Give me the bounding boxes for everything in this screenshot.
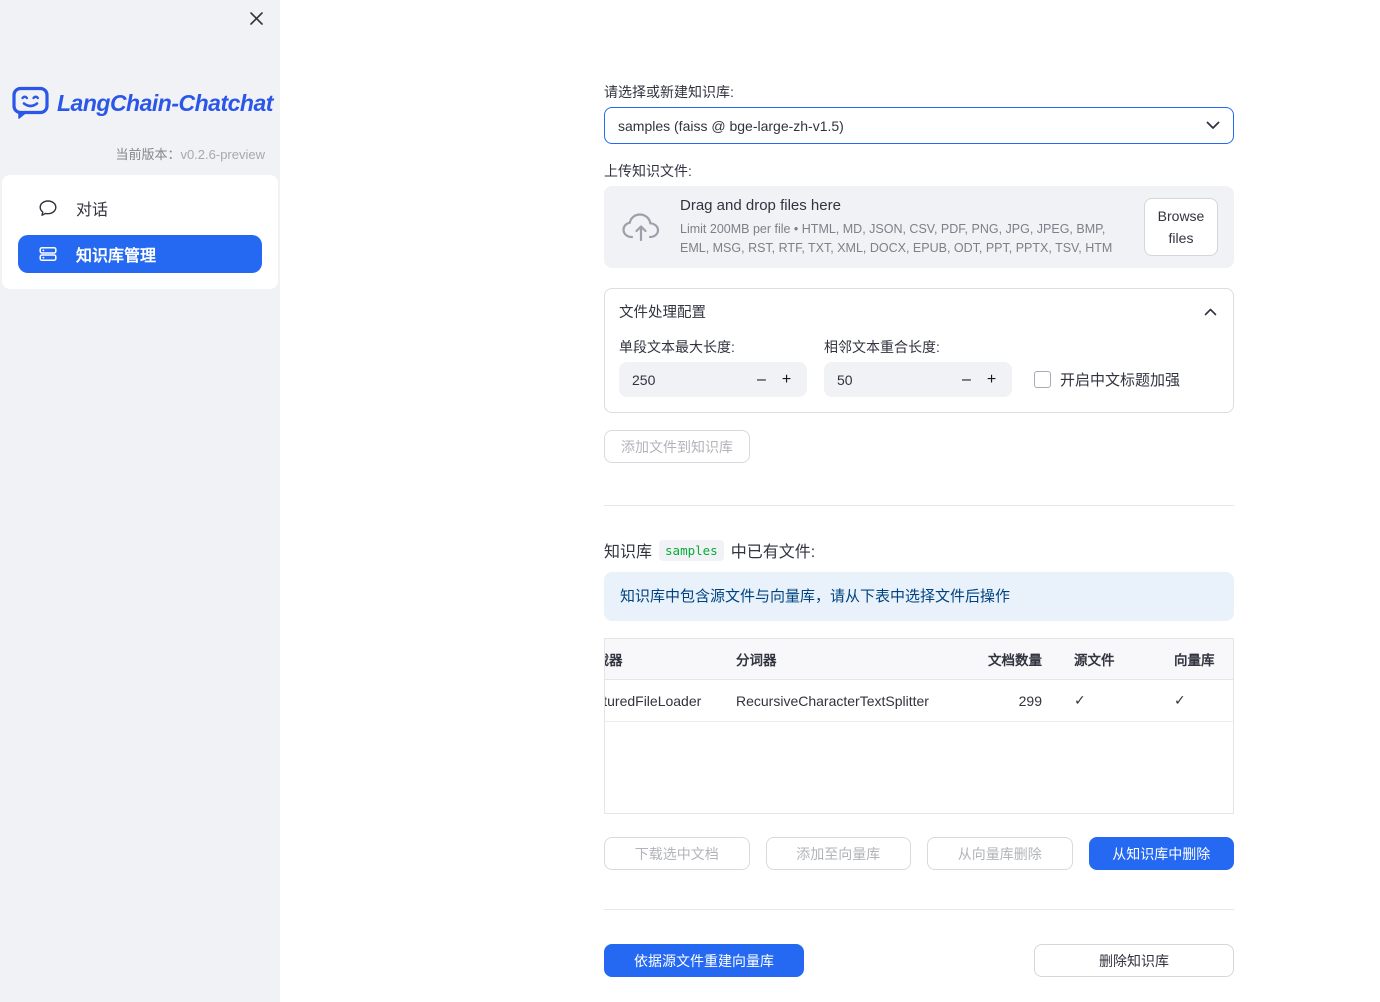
kb-files-suffix: 中已有文件: — [730, 544, 816, 561]
delete-from-vector-store-button[interactable]: 从向量库删除 — [927, 837, 1073, 870]
column-header-source-file[interactable]: 源文件 — [1058, 649, 1158, 669]
checkbox-icon[interactable] — [1034, 371, 1051, 388]
overlap-size-increment-button[interactable]: + — [979, 366, 1004, 394]
version-value: v0.2.6-preview — [180, 147, 265, 162]
chat-smiley-logo-icon — [12, 86, 49, 120]
cell-vector-store-check: ✓ — [1174, 692, 1186, 708]
file-action-buttons: 下载选中文档 添加至向量库 从向量库删除 从知识库中删除 — [604, 837, 1234, 870]
dropzone-text: Drag and drop files here Limit 200MB per… — [680, 197, 1126, 256]
chunk-size-label: 单段文本最大长度: — [619, 339, 735, 355]
overlap-size-field: 相邻文本重合长度: 50 – + — [824, 337, 1012, 397]
close-icon — [249, 11, 263, 25]
divider — [604, 909, 1234, 910]
column-header-splitter[interactable]: 分词器 — [720, 649, 948, 669]
chunk-size-decrement-button[interactable]: – — [749, 366, 774, 394]
divider — [604, 505, 1234, 506]
download-selected-button[interactable]: 下载选中文档 — [604, 837, 750, 870]
file-config-expander-header[interactable]: 文件处理配置 — [619, 301, 1217, 322]
file-config-title: 文件处理配置 — [619, 305, 706, 321]
file-config-controls: 单段文本最大长度: 250 – + 相邻文本重合长度: 50 – + 开启中文标… — [619, 337, 1217, 397]
rebuild-vector-store-button[interactable]: 依据源文件重建向量库 — [604, 944, 804, 977]
add-to-vector-store-button[interactable]: 添加至向量库 — [765, 837, 911, 870]
chevron-down-icon — [1206, 121, 1220, 130]
info-banner: 知识库中包含源文件与向量库，请从下表中选择文件后操作 — [604, 572, 1234, 621]
version-line: 当前版本：v0.2.6-preview — [0, 144, 265, 163]
chunk-size-field: 单段文本最大长度: 250 – + — [619, 337, 807, 397]
kb-management-panel: 请选择或新建知识库: samples (faiss @ bge-large-zh… — [604, 0, 1234, 977]
app-logo: LangChain-Chatchat — [12, 86, 273, 120]
cell-loader: UnstructuredFileLoader — [605, 692, 702, 709]
sidebar-close-icon[interactable] — [244, 6, 268, 30]
sidebar-item-knowledge-base[interactable]: 知识库管理 — [18, 235, 262, 273]
cell-doc-count: 299 — [1018, 692, 1042, 709]
kb-action-buttons: 依据源文件重建向量库 删除知识库 — [604, 944, 1234, 977]
app-title: LangChain-Chatchat — [57, 89, 273, 116]
kb-files-heading: 知识库 samples 中已有文件: — [604, 538, 1234, 562]
sidebar-item-label: 知识库管理 — [76, 248, 157, 265]
zh-title-enhance-label: 开启中文标题加强 — [1060, 372, 1181, 389]
cell-source-file-check: ✓ — [1074, 692, 1086, 708]
table-row[interactable]: UnstructuredFileLoader RecursiveCharacte… — [605, 680, 1233, 722]
kb-name-badge: samples — [659, 539, 724, 561]
version-label: 当前版本： — [115, 147, 181, 162]
delete-kb-button[interactable]: 删除知识库 — [1034, 944, 1234, 977]
overlap-size-input[interactable]: 50 – + — [824, 362, 1012, 397]
chat-bubble-icon — [38, 198, 58, 218]
overlap-size-decrement-button[interactable]: – — [954, 366, 979, 394]
sidebar-menu: 对话 知识库管理 — [2, 175, 278, 289]
sidebar-item-dialogue[interactable]: 对话 — [18, 189, 262, 227]
cell-splitter: RecursiveCharacterTextSplitter — [736, 692, 929, 709]
sidebar-item-label: 对话 — [76, 202, 109, 219]
file-dropzone[interactable]: Drag and drop files here Limit 200MB per… — [604, 186, 1234, 268]
app-window: LangChain-Chatchat 当前版本：v0.2.6-preview 对… — [0, 0, 1380, 1002]
zh-title-enhance-checkbox[interactable]: 开启中文标题加强 — [1034, 362, 1180, 397]
table-header-row: 文档加载器 分词器 文档数量 源文件 向量库 — [605, 639, 1233, 680]
cloud-upload-icon — [620, 210, 662, 244]
chunk-size-value: 250 — [632, 371, 656, 388]
add-files-to-kb-button[interactable]: 添加文件到知识库 — [604, 430, 750, 463]
chunk-size-increment-button[interactable]: + — [774, 366, 799, 394]
file-config-expander: 文件处理配置 单段文本最大长度: 250 – + 相邻文本重合长度: 50 – … — [604, 288, 1234, 413]
kb-select-label: 请选择或新建知识库: — [604, 84, 734, 100]
upload-label: 上传知识文件: — [604, 163, 692, 179]
dropzone-title: Drag and drop files here — [680, 197, 841, 215]
chevron-up-icon — [1204, 308, 1217, 316]
kb-files-table[interactable]: 文档加载器 分词器 文档数量 源文件 向量库 UnstructuredFileL… — [604, 638, 1234, 814]
kb-select[interactable]: samples (faiss @ bge-large-zh-v1.5) — [604, 107, 1234, 144]
overlap-size-value: 50 — [837, 371, 853, 388]
stacked-drives-icon — [38, 244, 58, 264]
overlap-size-label: 相邻文本重合长度: — [824, 339, 940, 355]
kb-files-prefix: 知识库 — [604, 544, 653, 561]
column-header-doc-count[interactable]: 文档数量 — [948, 649, 1058, 669]
browse-files-button[interactable]: Browse files — [1144, 197, 1218, 257]
sidebar: LangChain-Chatchat 当前版本：v0.2.6-preview 对… — [0, 0, 280, 1002]
kb-files-table-inner: 文档加载器 分词器 文档数量 源文件 向量库 UnstructuredFileL… — [605, 639, 1233, 722]
main-area: 请选择或新建知识库: samples (faiss @ bge-large-zh… — [280, 0, 1380, 1002]
dropzone-hint: Limit 200MB per file • HTML, MD, JSON, C… — [680, 222, 1113, 255]
delete-from-kb-button[interactable]: 从知识库中删除 — [1088, 837, 1234, 870]
column-header-vector-store[interactable]: 向量库 — [1158, 649, 1233, 669]
column-header-loader[interactable]: 文档加载器 — [605, 649, 720, 669]
kb-select-value: samples (faiss @ bge-large-zh-v1.5) — [618, 117, 844, 134]
chunk-size-input[interactable]: 250 – + — [619, 362, 807, 397]
